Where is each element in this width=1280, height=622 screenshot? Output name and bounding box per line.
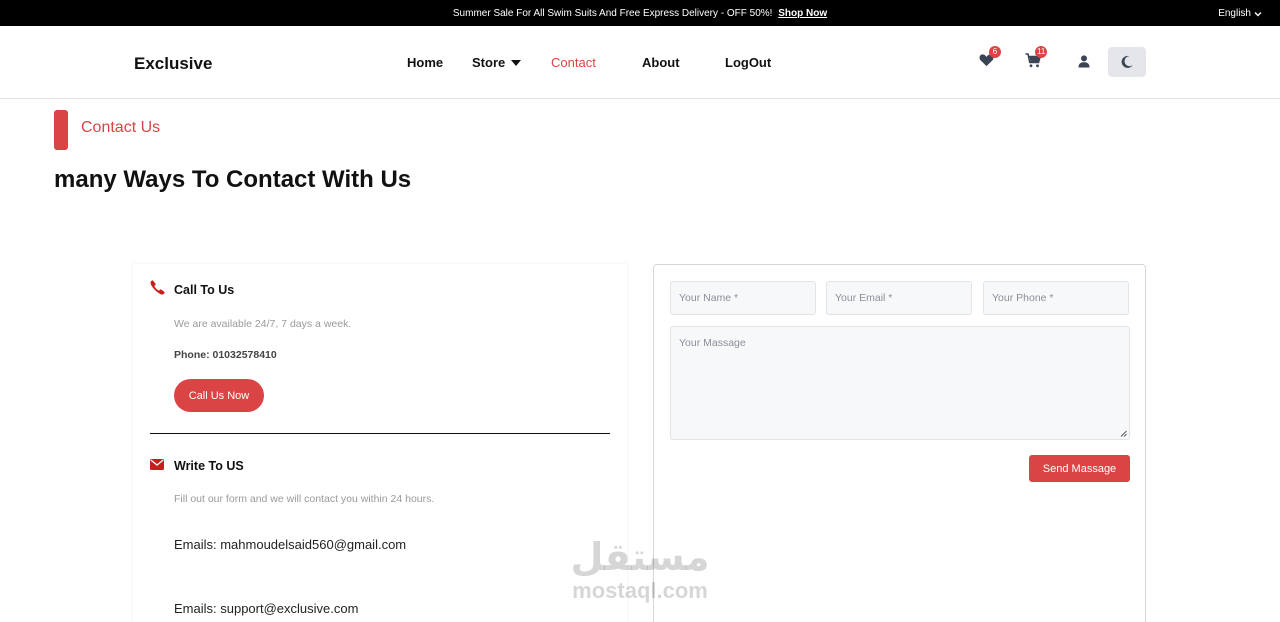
- promo-text: Summer Sale For All Swim Suits And Free …: [452, 8, 773, 19]
- envelope-icon: [150, 459, 164, 470]
- language-selector[interactable]: English: [1218, 8, 1262, 19]
- name-field[interactable]: [670, 281, 816, 315]
- send-message-button[interactable]: Send Massage: [1029, 455, 1130, 482]
- wishlist-count-badge: 6: [989, 46, 1001, 58]
- watermark-arabic: مستقل: [570, 535, 710, 579]
- nav-home[interactable]: Home: [407, 55, 443, 70]
- resize-handle-icon[interactable]: [1120, 430, 1127, 437]
- user-icon: [1078, 55, 1090, 68]
- watermark: مستقل mostaql.com: [560, 535, 720, 603]
- nav-about[interactable]: About: [642, 55, 680, 70]
- shop-now-link[interactable]: Shop Now: [778, 8, 827, 19]
- promo-bar: Summer Sale For All Swim Suits And Free …: [0, 0, 1280, 26]
- email-primary: Emails: mahmoudelsaid560@gmail.com: [174, 537, 407, 552]
- section-tag-bar: [54, 110, 68, 150]
- message-field[interactable]: [670, 326, 1130, 440]
- caret-down-icon: [511, 59, 522, 66]
- phone-icon: [150, 280, 165, 295]
- phone-number: Phone: 01032578410: [174, 349, 277, 361]
- nav-store-label: Store: [472, 55, 506, 70]
- nav-store[interactable]: Store: [472, 55, 522, 70]
- email-field[interactable]: [826, 281, 972, 315]
- cart-button[interactable]: 11: [1025, 46, 1048, 73]
- contact-form-card: Send Massage: [653, 264, 1146, 622]
- chevron-down-icon: [1254, 11, 1262, 16]
- watermark-latin: mostaql.com: [572, 578, 708, 603]
- page-title: many Ways To Contact With Us: [54, 166, 412, 193]
- moon-icon: [1121, 55, 1133, 68]
- nav-logout[interactable]: LogOut: [725, 55, 771, 70]
- nav-contact[interactable]: Contact: [551, 55, 596, 70]
- divider: [150, 433, 610, 434]
- write-heading: Write To US: [174, 459, 244, 473]
- logo[interactable]: Exclusive: [134, 54, 212, 74]
- language-label: English: [1218, 8, 1251, 19]
- section-label: Contact Us: [81, 119, 161, 136]
- call-us-now-button[interactable]: Call Us Now: [174, 379, 264, 412]
- email-support: Emails: support@exclusive.com: [174, 601, 359, 616]
- contact-info-card: Call To Us We are available 24/7, 7 days…: [133, 264, 627, 622]
- write-description: Fill out our form and we will contact yo…: [174, 493, 435, 505]
- theme-toggle-button[interactable]: [1108, 47, 1146, 77]
- cart-count-badge: 11: [1035, 46, 1048, 58]
- call-heading: Call To Us: [174, 283, 235, 297]
- wishlist-button[interactable]: 6: [979, 46, 1001, 72]
- promo-message: Summer Sale For All Swim Suits And Free …: [0, 8, 1280, 19]
- account-button[interactable]: [1078, 55, 1090, 73]
- phone-field[interactable]: [983, 281, 1129, 315]
- call-availability: We are available 24/7, 7 days a week.: [174, 318, 352, 330]
- main-header: Exclusive Home Store Contact About LogOu…: [0, 26, 1280, 99]
